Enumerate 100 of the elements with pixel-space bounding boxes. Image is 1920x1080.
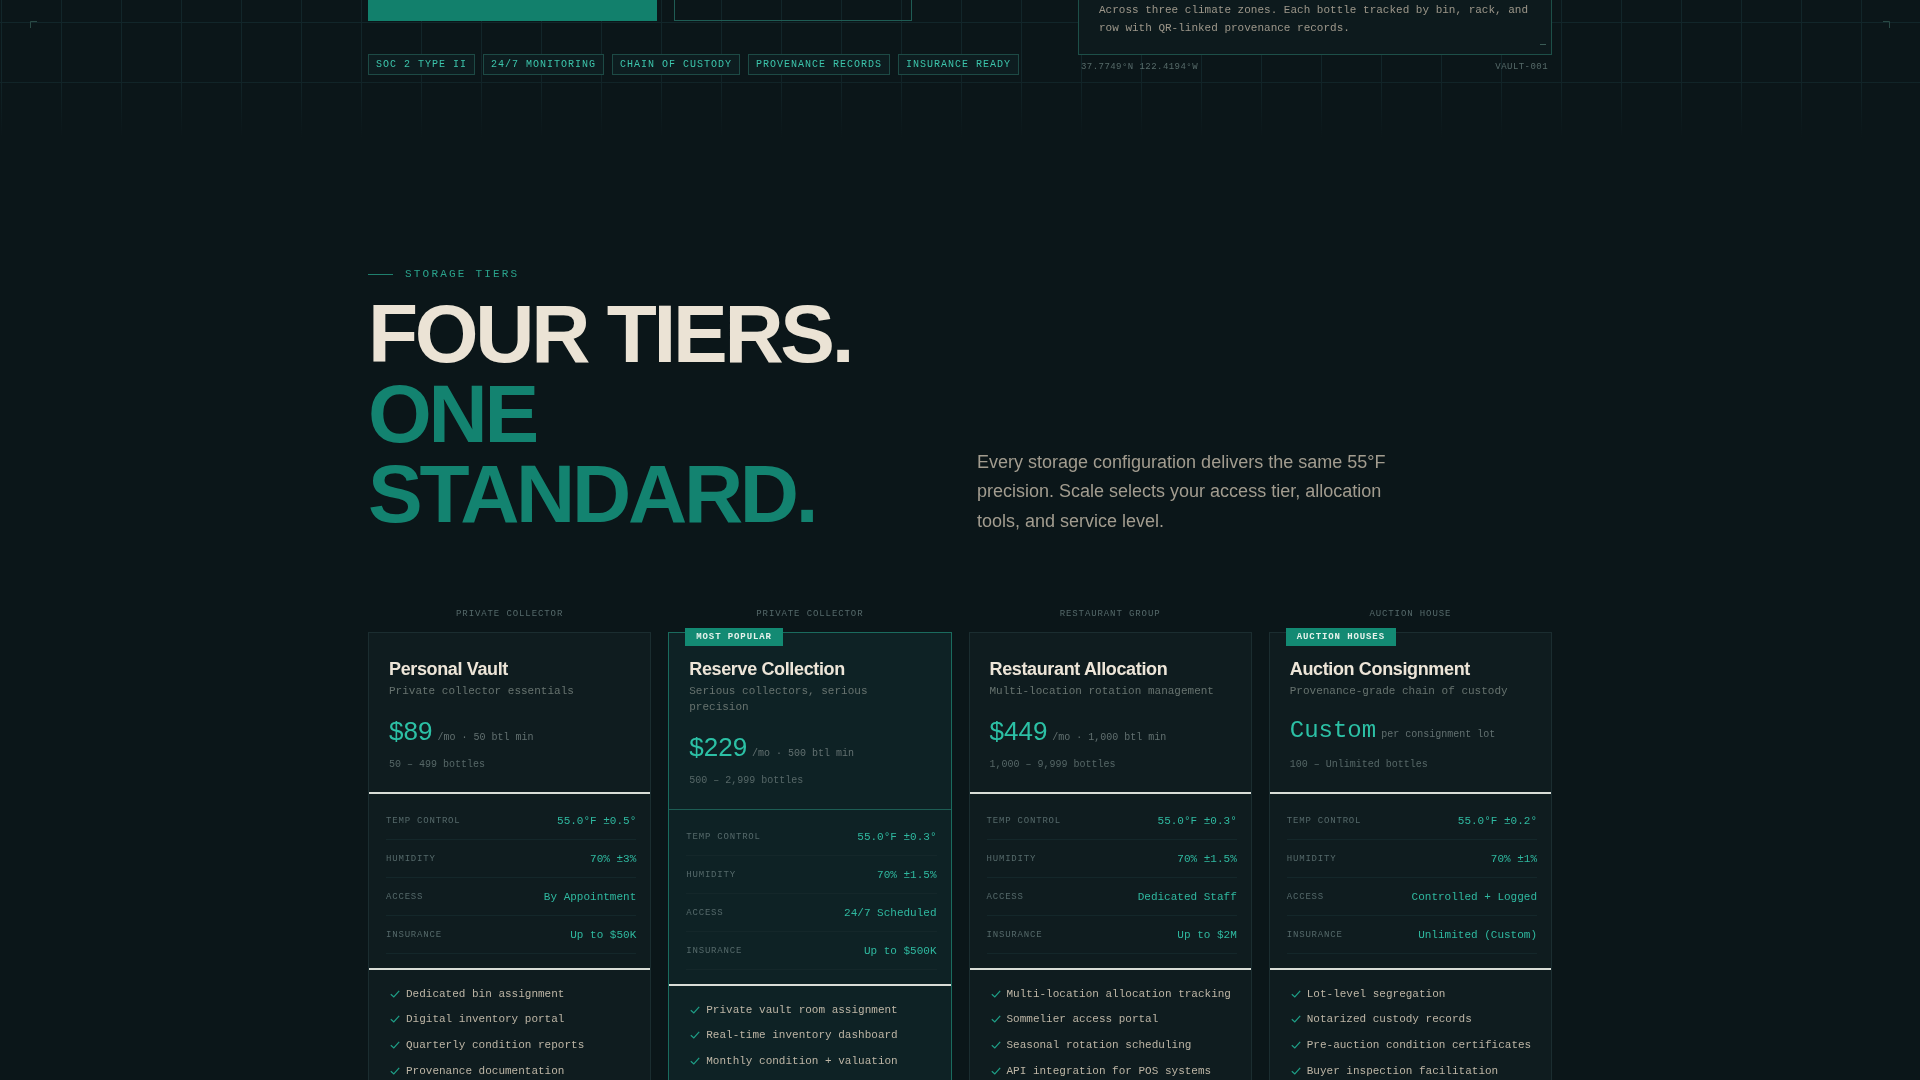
segment-label: PRIVATE COLLECTOR [456, 608, 564, 620]
feature-text: Real-time inventory dashboard [706, 1029, 898, 1042]
spec-value: Up to $500K [863, 944, 937, 957]
feature-text: Provenance documentation [406, 1064, 565, 1077]
spec-label: HUMIDITY [686, 869, 736, 880]
bottle-range: 100 – Unlimited bottles [1289, 758, 1428, 772]
coordinates-text: 37.7749°N 122.4194°W [1081, 61, 1199, 73]
spec-label: INSURANCE [1286, 929, 1343, 940]
spec-label: ACCESS [686, 907, 724, 918]
corner-bracket-icon [30, 21, 37, 28]
tier-name: Restaurant Allocation [989, 658, 1168, 680]
spec-label: TEMP CONTROL [986, 815, 1062, 826]
feature-text: API integration for POS systems [1006, 1064, 1212, 1077]
spec-value: 70% ±1.5% [877, 868, 937, 881]
section-eyebrow: STORAGE TIERS [405, 267, 520, 281]
spec-label: ACCESS [1286, 891, 1324, 902]
price-amount: Custom [1289, 716, 1377, 746]
spec-value: Controlled + Logged [1411, 890, 1537, 903]
check-icon [690, 1031, 701, 1040]
spec-value: 55.0°F ±0.3° [1157, 814, 1237, 827]
check-icon [690, 1005, 701, 1014]
spec-value: Unlimited (Custom) [1418, 928, 1537, 941]
corner-bracket-icon [1883, 21, 1890, 28]
price-amount: $449 [989, 715, 1048, 747]
tier-badge: MOST POPULAR [685, 628, 783, 646]
certification-tag: 24/7 MONITORING [483, 54, 605, 75]
segment-label: PRIVATE COLLECTOR [756, 608, 864, 620]
spec-label: INSURANCE [686, 945, 743, 956]
check-icon [990, 989, 1001, 998]
feature-text: Buyer inspection facilitation [1306, 1064, 1499, 1077]
certification-tag: SOC 2 TYPE II [368, 54, 475, 75]
tier-name: Reserve Collection [689, 658, 845, 680]
spec-label: HUMIDITY [1286, 853, 1337, 864]
spec-label: HUMIDITY [386, 853, 436, 864]
feature-text: Notarized custody records [1306, 1013, 1472, 1026]
tier-description: Multi-location rotation management [989, 684, 1214, 699]
segment-label: AUCTION HOUSE [1369, 608, 1452, 620]
price-unit: per consignment lot [1381, 728, 1496, 742]
corner-tick-icon [1540, 44, 1546, 45]
check-icon [990, 1066, 1001, 1075]
spec-label: TEMP CONTROL [686, 831, 761, 842]
price-unit: /mo · 1,000 btl min [1052, 731, 1167, 745]
tier-name: Personal Vault [389, 658, 508, 680]
spec-value: Up to $2M [1177, 928, 1237, 941]
segment-label: RESTAURANT GROUP [1059, 608, 1161, 620]
panel-text: Across three climate zones. Each bottle tracked by bin, rack, and row with QR-linked provenance records. [1099, 3, 1530, 36]
spec-label: TEMP CONTROL [386, 815, 461, 826]
check-icon [690, 1057, 701, 1065]
section-heading: FOUR TIERS. ONE STANDARD. [368, 294, 853, 534]
spec-value: By Appointment [543, 890, 637, 903]
check-icon [390, 989, 400, 998]
tier-description: Serious collectors, serious precision [689, 684, 869, 715]
feature-text: Seasonal rotation scheduling [1006, 1039, 1192, 1051]
spec-label: TEMP CONTROL [1286, 815, 1362, 826]
feature-text: Multi-location allocation tracking [1006, 987, 1231, 1000]
certification-tag: PROVENANCE RECORDS [748, 54, 891, 75]
feature-text: Monthly condition + valuation [706, 1055, 898, 1067]
check-icon [990, 1015, 1001, 1024]
price-amount: $89 [389, 715, 433, 747]
tier-name: Auction Consignment [1289, 658, 1470, 680]
bottle-range: 500 – 2,999 bottles [689, 774, 804, 788]
price-amount: $229 [689, 731, 748, 763]
check-icon [390, 1066, 400, 1075]
feature-text: Sommelier access portal [1006, 1013, 1159, 1026]
price-unit: /mo · 500 btl min [752, 747, 855, 761]
spec-value: Up to $50K [570, 928, 637, 941]
certification-tag: INSURANCE READY [898, 54, 1020, 75]
feature-text: Private vault room assignment [706, 1003, 898, 1016]
price-unit: /mo · 50 btl min [437, 731, 534, 745]
bottle-range: 50 – 499 bottles [389, 758, 485, 772]
check-icon [390, 1041, 400, 1049]
check-icon [990, 1041, 1001, 1049]
feature-text: Pre-auction condition certificates [1306, 1039, 1532, 1051]
spec-label: INSURANCE [386, 929, 442, 940]
feature-text: Quarterly condition reports [406, 1039, 585, 1051]
check-icon [1290, 1015, 1301, 1024]
spec-value: 55.0°F ±0.5° [557, 814, 637, 827]
spec-value: 70% ±1% [1490, 852, 1537, 865]
spec-value: 55.0°F ±0.3° [857, 830, 937, 843]
check-icon [1290, 1066, 1301, 1075]
check-icon [390, 1015, 400, 1024]
tier-badge: AUCTION HOUSES [1285, 628, 1396, 646]
spec-value: 70% ±3% [590, 852, 637, 865]
feature-text: Digital inventory portal [406, 1013, 565, 1026]
feature-text: Dedicated bin assignment [406, 987, 565, 1000]
section-description: Every storage configuration delivers the same 55°F precision. Scale selects your access tier, allocation tools, and service level. [977, 450, 1387, 533]
vault-code: VAULT-001 [1495, 61, 1548, 73]
spec-label: INSURANCE [986, 929, 1043, 940]
spec-value: 70% ±1.5% [1177, 852, 1237, 865]
check-icon [1290, 1041, 1301, 1049]
spec-label: ACCESS [986, 891, 1024, 902]
feature-text: Lot-level segregation [1306, 987, 1446, 1000]
spec-value: 24/7 Scheduled [844, 906, 937, 919]
bottle-range: 1,000 – 9,999 bottles [989, 758, 1116, 772]
spec-label: HUMIDITY [986, 853, 1037, 864]
spec-value: Dedicated Staff [1137, 890, 1237, 903]
spec-label: ACCESS [386, 891, 424, 902]
check-icon [1290, 989, 1301, 998]
spec-value: 55.0°F ±0.2° [1457, 814, 1537, 827]
tier-description: Private collector essentials [389, 684, 574, 699]
